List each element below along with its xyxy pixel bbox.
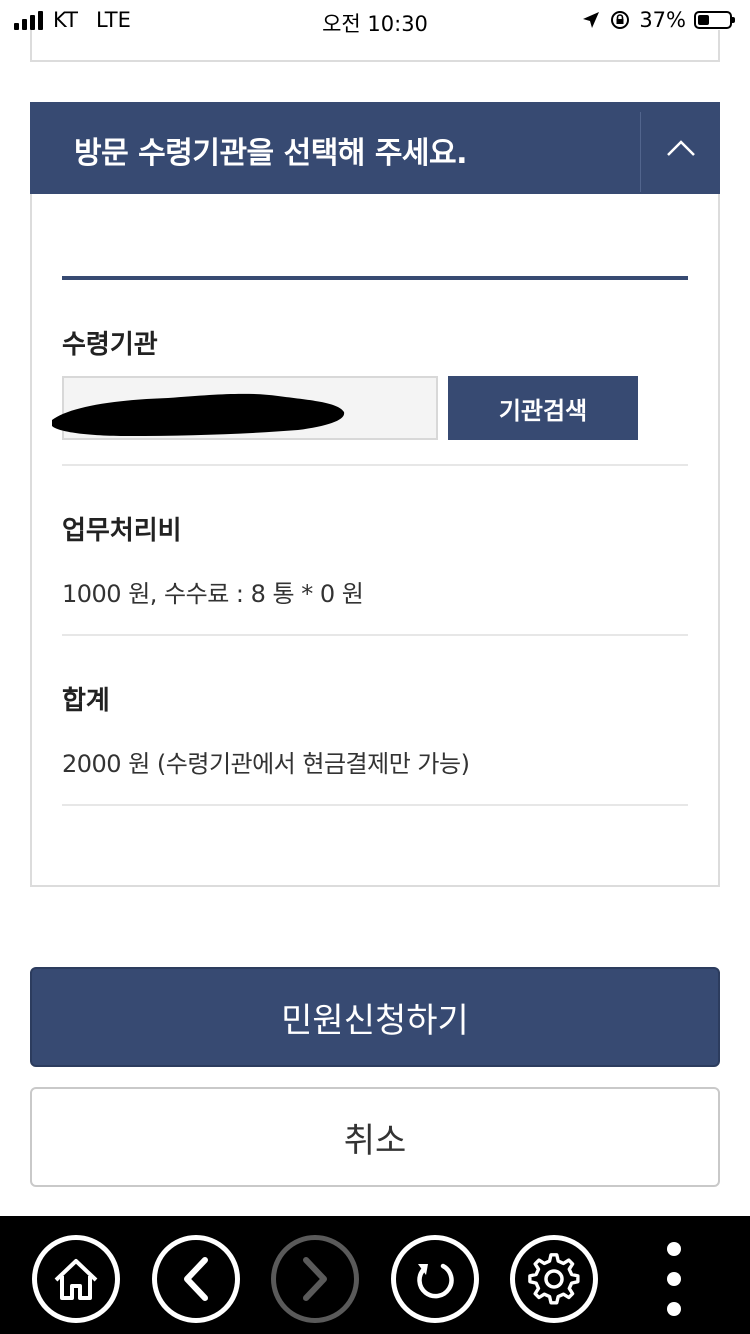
more-icon-dot [667,1302,681,1316]
more-menu-button[interactable] [654,1242,694,1316]
institution-label: 수령기관 [62,330,158,360]
back-button[interactable] [152,1235,240,1323]
collapse-toggle-button[interactable] [642,102,720,194]
processing-fee-label: 업무처리비 [62,516,182,546]
panel-title: 방문 수령기관을 선택해 주세요. [74,136,468,171]
divider [62,464,688,466]
forward-button[interactable] [271,1235,359,1323]
institution-input[interactable] [52,376,438,440]
status-right: 37% [581,8,735,32]
forward-icon [303,1257,327,1301]
divider [62,634,688,636]
more-icon-dot [667,1242,681,1256]
location-arrow-icon [583,12,600,28]
more-icon-dot [667,1272,681,1286]
back-icon [184,1257,208,1301]
home-icon [54,1259,98,1300]
total-label: 합계 [62,686,110,716]
receiving-institution-panel: 방문 수령기관을 선택해 주세요. 수령기관 기관검색 업무처리비 1000 원… [30,102,720,887]
chevron-up-icon [667,140,695,156]
settings-button[interactable] [510,1235,598,1323]
battery-percent: 37% [639,8,686,32]
reload-button[interactable] [391,1235,479,1323]
cancel-button[interactable]: 취소 [30,1087,720,1187]
submit-application-button[interactable]: 민원신청하기 [30,967,720,1067]
bottom-toolbar [0,1216,750,1334]
institution-search-button[interactable]: 기관검색 [448,376,638,440]
orientation-lock-icon [611,11,630,29]
divider [62,804,688,806]
battery-icon [694,11,735,29]
reload-icon [417,1263,454,1299]
section-top-rule [62,276,688,280]
redaction-mark [52,393,345,436]
processing-fee-value: 1000 원, 수수료 : 8 통 * 0 원 [62,580,364,608]
previous-section-box [30,30,720,62]
total-value: 2000 원 (수령기관에서 현금결제만 가능) [62,750,470,778]
panel-header: 방문 수령기관을 선택해 주세요. [30,102,720,194]
header-divider [640,112,641,192]
settings-icon [528,1253,580,1305]
home-button[interactable] [32,1235,120,1323]
